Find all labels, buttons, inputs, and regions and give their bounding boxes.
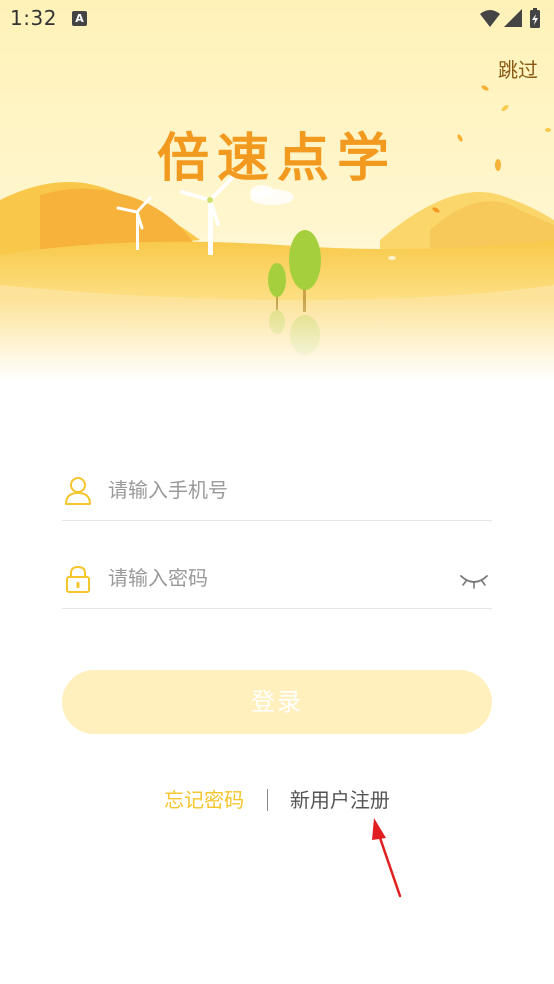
eye-closed-icon[interactable] bbox=[458, 568, 490, 592]
app-title: 倍速点学 bbox=[156, 129, 397, 189]
link-divider bbox=[266, 789, 268, 811]
account-links: 忘记密码 新用户注册 bbox=[0, 784, 554, 813]
lock-icon bbox=[66, 565, 90, 593]
wifi-icon bbox=[480, 10, 500, 27]
password-input[interactable] bbox=[108, 562, 438, 594]
login-button[interactable]: 登录 bbox=[62, 670, 492, 734]
password-field bbox=[62, 552, 492, 609]
annotation-arrow bbox=[372, 818, 402, 898]
status-time: 1:32 bbox=[10, 6, 57, 30]
status-icons bbox=[478, 8, 548, 30]
signal-icon bbox=[504, 9, 522, 27]
status-bar: 1:32 A bbox=[0, 0, 554, 38]
user-icon bbox=[65, 477, 91, 505]
register-link[interactable]: 新用户注册 bbox=[290, 788, 390, 812]
notification-a-icon: A bbox=[72, 11, 87, 26]
battery-icon bbox=[530, 8, 540, 28]
skip-button[interactable]: 跳过 bbox=[498, 54, 538, 83]
phone-field bbox=[62, 464, 492, 521]
forgot-password-link[interactable]: 忘记密码 bbox=[164, 788, 244, 812]
phone-input[interactable] bbox=[108, 474, 438, 506]
